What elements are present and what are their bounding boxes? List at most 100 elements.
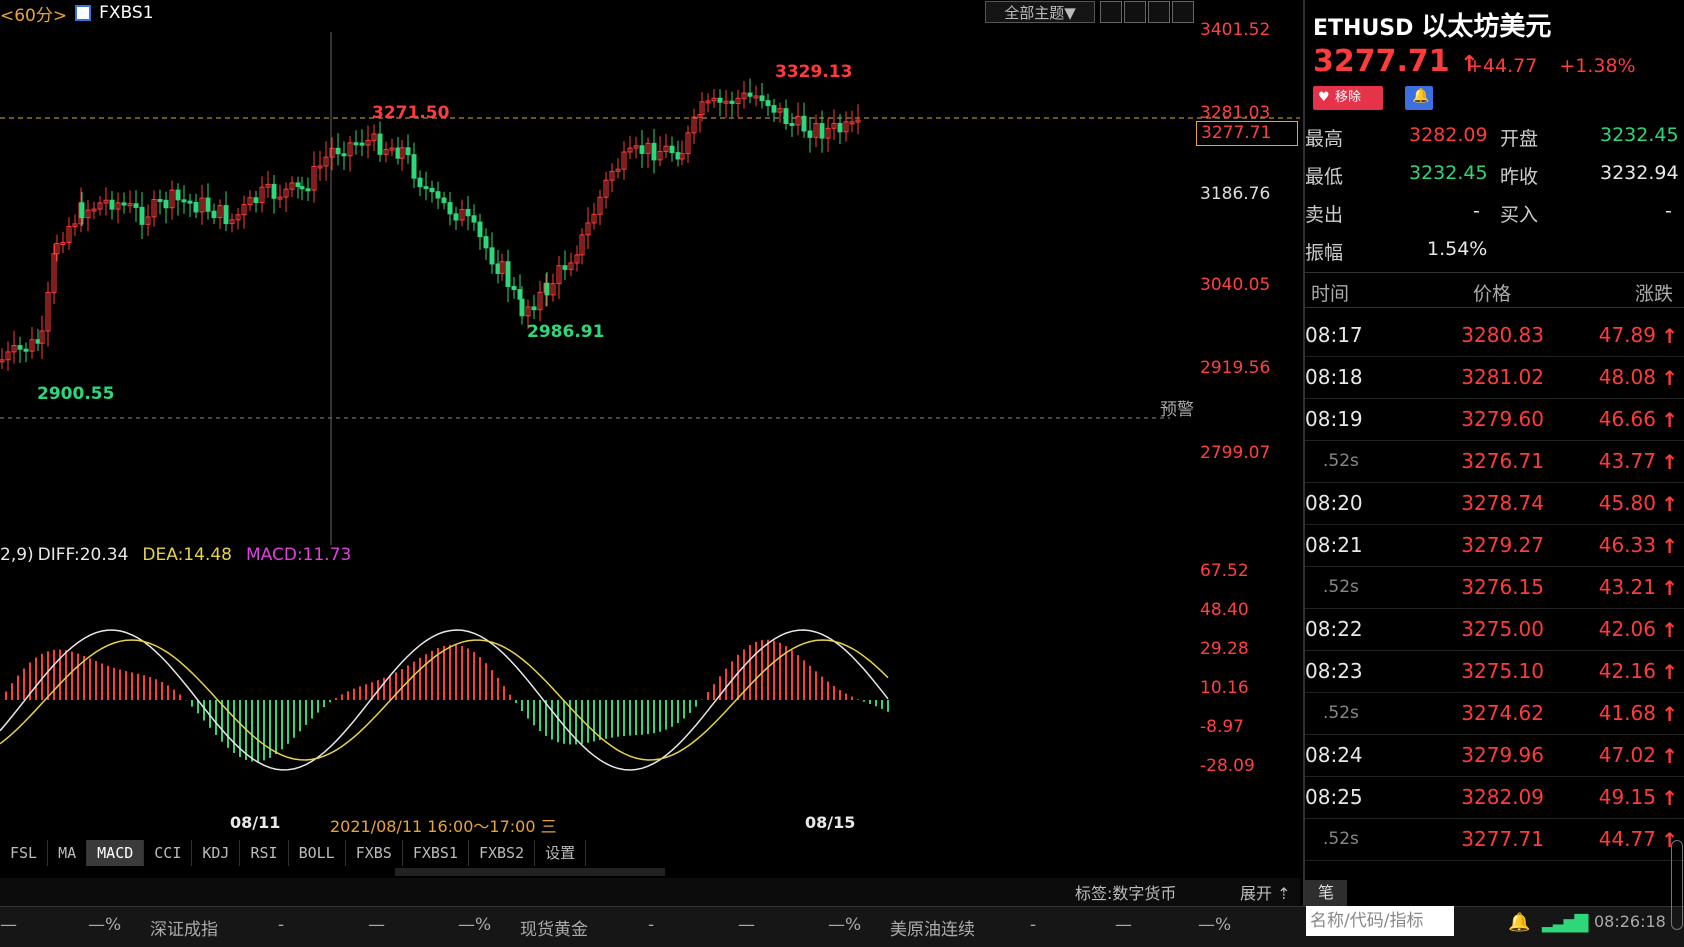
macd-axis-label: -28.09	[1200, 756, 1255, 776]
candle-body	[417, 177, 423, 188]
tick-price: 3279.96	[1461, 743, 1544, 767]
candle-body	[429, 187, 435, 193]
tick-row: 08:20 3278.74 45.80 ↑	[1305, 483, 1684, 525]
layout-icon[interactable]	[1124, 1, 1146, 23]
period-label[interactable]: <60分>	[0, 1, 67, 26]
ticks-header: 时间 价格 涨跌	[1305, 272, 1684, 308]
tab-boll[interactable]: BOLL	[289, 840, 346, 866]
last-price: 3277.71 ↑	[1313, 44, 1479, 79]
amplitude-value: 1.54%	[1427, 238, 1488, 260]
tick-row: 08:18 3281.02 48.08 ↑	[1305, 357, 1684, 399]
ask-value: -	[1473, 200, 1480, 222]
up-arrow-icon: ↑	[1661, 576, 1678, 600]
change-value: +44.77	[1467, 55, 1538, 77]
high-label: 最高	[1305, 128, 1344, 150]
tab-fxbs[interactable]: FXBS	[346, 840, 403, 866]
bell-icon[interactable]: 🔔	[1508, 912, 1530, 933]
candle-body	[511, 285, 517, 291]
tick-change: 47.02	[1598, 743, 1656, 767]
tick-row: .52s 3274.62 41.68 ↑	[1305, 693, 1684, 735]
bid-label: 买入	[1500, 204, 1539, 226]
low-annotation: 2900.55	[37, 384, 115, 404]
ticker-name[interactable]: 深证成指	[150, 915, 218, 940]
ticker-name[interactable]: 现货黄金	[520, 915, 588, 940]
up-arrow-icon: ↑	[1661, 786, 1678, 810]
tick-change: 43.77	[1598, 449, 1656, 473]
tab-kdj[interactable]: KDJ	[192, 840, 241, 866]
candle-body	[453, 213, 459, 221]
tab-fxbs1[interactable]: FXBS1	[403, 840, 469, 866]
quote-panel: ETHUSD 以太坊美元 3277.71 ↑ +44.77 +1.38% ♥ 移除…	[1303, 0, 1684, 930]
candle-body	[435, 191, 441, 199]
up-arrow-icon: ↑	[1661, 744, 1678, 768]
candle-body	[783, 108, 789, 124]
candle-body	[205, 197, 211, 212]
tick-row: 08:24 3279.96 47.02 ↑	[1305, 735, 1684, 777]
tab-fsl[interactable]: FSL	[0, 840, 49, 866]
candle-body	[377, 133, 383, 155]
indicator-tabs: FSL MA MACD CCI KDJ RSI BOLL FXBS FXBS1 …	[0, 840, 587, 866]
remove-favorite-button[interactable]: ♥ 移除	[1313, 86, 1383, 110]
tab-fxbs2[interactable]: FXBS2	[469, 840, 536, 866]
tab-ma[interactable]: MA	[48, 840, 88, 866]
end-icon[interactable]	[1172, 1, 1194, 23]
price-axis-label: 3281.03	[1200, 103, 1271, 123]
candlestick-plot[interactable]	[0, 0, 1300, 545]
candle-body	[675, 152, 681, 160]
ticker-value: -	[648, 915, 655, 935]
up-arrow-icon: ↑	[1661, 450, 1678, 474]
candle-body	[483, 236, 489, 249]
kline-chart[interactable]	[0, 0, 1300, 900]
tab-macd[interactable]: MACD	[87, 840, 145, 866]
candle-body	[17, 345, 23, 350]
last-price-value: 3277.71	[1313, 44, 1450, 79]
chart-scrollbar[interactable]	[395, 868, 665, 876]
col-price: 价格	[1473, 283, 1512, 305]
tick-price: 3282.09	[1461, 785, 1544, 809]
tick-row: .52s 3276.15 43.21 ↑	[1305, 567, 1684, 609]
bid-value: -	[1665, 200, 1672, 222]
candle-body	[819, 123, 825, 139]
tick-time: .52s	[1323, 577, 1359, 597]
candle-body	[109, 199, 115, 210]
pen-tab[interactable]: 笔	[1305, 880, 1347, 906]
macd-axis-label: 67.52	[1200, 561, 1249, 581]
tab-cci[interactable]: CCI	[144, 840, 193, 866]
indicator-name: FXBS1	[99, 3, 154, 23]
tick-time: 08:24	[1305, 743, 1363, 767]
tick-time: 08:22	[1305, 617, 1363, 641]
symbol-name: 以太坊美元	[1421, 12, 1552, 42]
expand-button[interactable]: 展开 ⇡	[1240, 880, 1291, 904]
ticker-name[interactable]: 美原油连续	[890, 915, 975, 940]
tab-settings[interactable]: 设置	[535, 840, 587, 866]
tab-rsi[interactable]: RSI	[240, 840, 289, 866]
tick-time: 08:21	[1305, 533, 1363, 557]
tick-row: 08:21 3279.27 46.33 ↑	[1305, 525, 1684, 567]
ticker-value: -	[278, 915, 285, 935]
alert-bell-button[interactable]: 🔔	[1405, 86, 1433, 110]
change-pct: +1.38%	[1559, 55, 1636, 77]
candle-body	[253, 197, 259, 203]
grid-icon[interactable]	[1100, 1, 1122, 23]
peak-annotation: 3271.50	[372, 103, 450, 123]
candle-body	[489, 247, 495, 265]
price-axis-label: 3401.52	[1200, 20, 1271, 40]
open-value: 3232.45	[1600, 124, 1679, 146]
candle-body	[651, 142, 657, 161]
theme-select-button[interactable]: 全部主题▼	[985, 1, 1095, 23]
alert-label[interactable]: 预警	[1160, 395, 1194, 420]
macd-axis-label: 29.28	[1200, 639, 1249, 659]
price-change: +44.77 +1.38%	[1467, 55, 1636, 77]
tick-change: 42.16	[1598, 659, 1656, 683]
candle-body	[353, 142, 359, 146]
bell-icon: 🔔	[1412, 88, 1430, 104]
macd-plot	[0, 629, 889, 771]
high-annotation: 3329.13	[775, 62, 853, 82]
candle-body	[395, 147, 401, 159]
play-icon[interactable]	[1148, 1, 1170, 23]
ticker-value: —	[0, 915, 17, 935]
panel-scrollbar[interactable]	[1671, 840, 1683, 930]
search-input[interactable]: 名称/代码/指标	[1306, 906, 1454, 936]
tag-label[interactable]: 标签:数字货币	[1075, 880, 1176, 904]
candle-body	[139, 206, 145, 225]
